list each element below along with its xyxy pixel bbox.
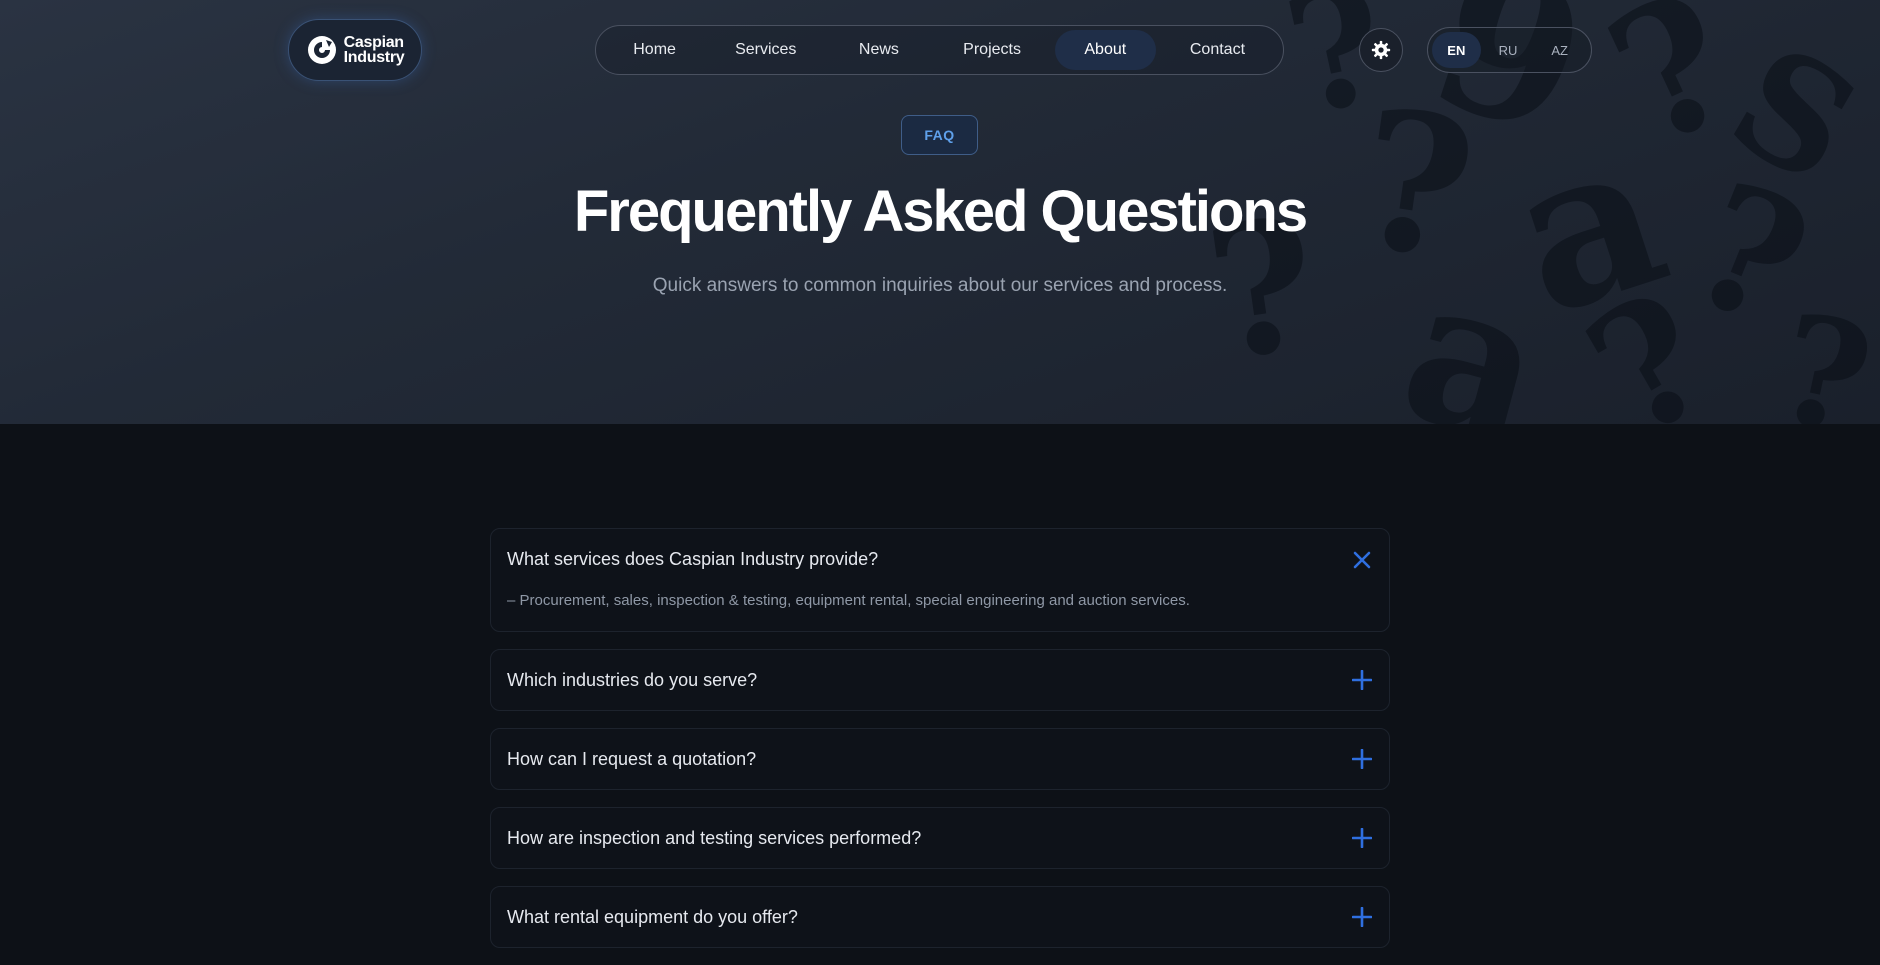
plus-icon[interactable] [1351, 906, 1373, 928]
close-icon[interactable] [1351, 549, 1373, 571]
brand-name-line1: Caspian [343, 34, 404, 51]
faq-list: What services does Caspian Industry prov… [490, 528, 1390, 965]
nav-item-home[interactable]: Home [600, 30, 709, 70]
faq-question-toggle[interactable]: What services does Caspian Industry prov… [507, 529, 1373, 590]
nav-item-projects[interactable]: Projects [936, 30, 1049, 70]
language-switcher: EN RU AZ [1427, 27, 1592, 73]
faq-item: How are inspection and testing services … [490, 807, 1390, 869]
faq-answer: – Procurement, sales, inspection & testi… [507, 592, 1190, 609]
faq-question: How are inspection and testing services … [507, 827, 922, 848]
nav-item-contact[interactable]: Contact [1156, 30, 1279, 70]
main-nav: Home Services News Projects About Contac… [595, 25, 1284, 75]
faq-question-toggle[interactable]: How are inspection and testing services … [507, 808, 1373, 868]
faq-item: Which industries do you serve? [490, 649, 1390, 711]
faq-badge: FAQ [901, 115, 978, 155]
faq-item: How can I request a quotation? [490, 728, 1390, 790]
faq-item: What services does Caspian Industry prov… [490, 528, 1390, 632]
faq-question: How can I request a quotation? [507, 748, 757, 769]
faq-question: What services does Caspian Industry prov… [507, 549, 879, 569]
faq-question: What rental equipment do you offer? [507, 906, 798, 927]
gear-icon [1371, 40, 1391, 60]
faq-question: Which industries do you serve? [507, 669, 758, 690]
theme-toggle-button[interactable] [1359, 28, 1403, 72]
faq-question-toggle[interactable]: What rental equipment do you offer? [507, 887, 1373, 947]
brand-logo[interactable]: Caspian Industry [288, 19, 422, 81]
page-subtitle: Quick answers to common inquiries about … [652, 275, 1228, 296]
nav-item-about[interactable]: About [1054, 30, 1156, 70]
plus-icon[interactable] [1351, 748, 1373, 770]
lang-en[interactable]: EN [1432, 32, 1481, 68]
lang-az[interactable]: AZ [1535, 32, 1584, 68]
brand-name-line2: Industry [343, 49, 405, 66]
faq-item: What rental equipment do you offer? [490, 886, 1390, 948]
lang-ru[interactable]: RU [1484, 32, 1533, 68]
nav-item-services[interactable]: Services [709, 30, 822, 70]
page-title: Frequently Asked Questions [573, 179, 1308, 244]
faq-question-toggle[interactable]: How can I request a quotation? [507, 729, 1373, 789]
plus-icon[interactable] [1351, 827, 1373, 849]
nav-item-news[interactable]: News [822, 30, 935, 70]
brand-name: Caspian Industry [343, 34, 405, 66]
logo-mark-icon [307, 36, 336, 64]
faq-question-toggle[interactable]: Which industries do you serve? [507, 650, 1373, 710]
plus-icon[interactable] [1351, 669, 1373, 691]
